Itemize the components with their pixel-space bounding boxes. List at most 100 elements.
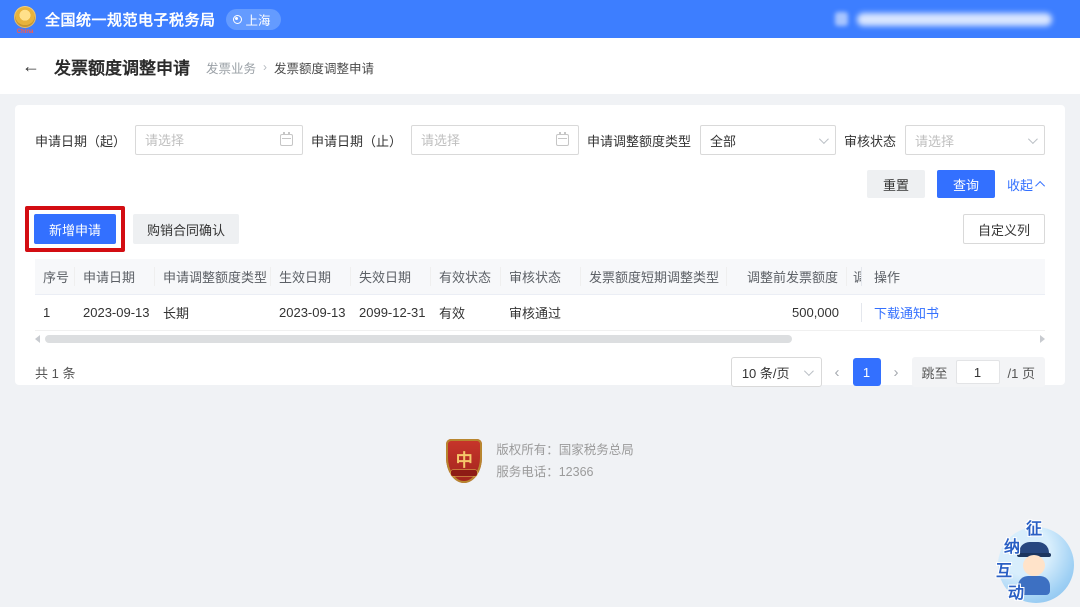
page-header: ← 发票额度调整申请 发票业务 › 发票额度调整申请	[0, 38, 1080, 94]
page-size-value: 10 条/页	[742, 363, 790, 382]
mascot-officer-face-icon	[1023, 555, 1045, 576]
select-value: 全部	[710, 131, 736, 150]
filter-bar: 申请日期（起） 申请日期（止） 申请调整额度类型	[35, 125, 1045, 155]
national-emblem-logo: China	[14, 6, 36, 35]
cell-effective-date: 2023-09-13	[271, 305, 351, 320]
add-application-button[interactable]: 新增申请	[34, 214, 116, 244]
chevron-down-icon	[819, 134, 829, 144]
purchase-contract-confirm-button[interactable]: 购销合同确认	[133, 214, 239, 244]
filter-label: 申请调整额度类型	[587, 131, 691, 150]
date-end-picker[interactable]	[411, 125, 579, 155]
filter-date-end: 申请日期（止）	[311, 125, 579, 155]
col-header-valid-status: 有效状态	[431, 267, 501, 286]
col-header-audit-status: 审核状态	[501, 267, 581, 286]
col-header-expire-date: 失效日期	[351, 267, 431, 286]
calendar-icon	[556, 134, 569, 146]
mascot-char: 纳	[1004, 533, 1020, 557]
footer-text: 版权所有：国家税务总局 服务电话：12366	[496, 439, 634, 483]
next-page-button[interactable]: ›	[891, 364, 902, 381]
jump-page-input[interactable]	[956, 360, 1000, 384]
breadcrumb: 发票业务 › 发票额度调整申请	[206, 58, 374, 77]
custom-columns-button[interactable]: 自定义列	[963, 214, 1045, 244]
service-phone-line: 服务电话：12366	[496, 461, 634, 483]
cell-audit-status: 审核通过	[501, 303, 581, 322]
location-selector[interactable]: 上海	[226, 9, 281, 30]
scrollbar-thumb[interactable]	[45, 335, 792, 343]
search-button[interactable]: 查询	[937, 170, 995, 198]
etax-app-window: China 全国统一规范电子税务局 上海 ← 发票额度调整申请 发票业务 › 发…	[0, 0, 1080, 529]
quota-type-select[interactable]: 全部	[700, 125, 836, 155]
filter-audit-status: 审核状态 请选择	[844, 125, 1045, 155]
breadcrumb-separator-icon: ›	[263, 60, 267, 74]
filter-actions: 重置 查询 收起	[35, 170, 1045, 198]
total-count-label: 共 1 条	[35, 363, 75, 382]
mascot-char: 互	[996, 557, 1012, 581]
cell-quota-type: 长期	[155, 303, 271, 322]
table-toolbar: 新增申请 购销合同确认 自定义列	[35, 207, 1045, 251]
back-arrow-icon[interactable]: ←	[22, 56, 40, 77]
col-header-short-term-type: 发票额度短期调整类型	[581, 267, 727, 286]
user-info-redacted[interactable]	[857, 13, 1052, 26]
col-header-actions: 操作	[861, 267, 1045, 286]
table-header-row: 序号 申请日期 申请调整额度类型 生效日期 失效日期 有效状态 审核状态 发票额…	[35, 259, 1045, 295]
date-start-input[interactable]	[145, 133, 260, 148]
col-header-apply-date: 申请日期	[75, 267, 155, 286]
cell-valid-status: 有效	[431, 303, 501, 322]
chevron-down-icon	[1028, 134, 1038, 144]
jump-label: 跳至	[922, 363, 948, 382]
breadcrumb-item-parent[interactable]: 发票业务	[206, 58, 256, 77]
select-placeholder: 请选择	[915, 131, 954, 150]
location-label: 上海	[246, 10, 271, 29]
scroll-right-icon[interactable]	[1040, 335, 1045, 343]
page-title: 发票额度调整申请	[54, 54, 190, 79]
copyright-line: 版权所有：国家税务总局	[496, 439, 634, 461]
page-size-select[interactable]: 10 条/页	[731, 357, 822, 387]
date-start-picker[interactable]	[135, 125, 303, 155]
table-row: 1 2023-09-13 长期 2023-09-13 2099-12-31 有效…	[35, 295, 1045, 331]
collapse-label: 收起	[1007, 175, 1033, 194]
main-content: 申请日期（起） 申请日期（止） 申请调整额度类型	[0, 94, 1080, 529]
pagination-controls: 10 条/页 ‹ 1 › 跳至 /1 页	[731, 357, 1045, 387]
cell-pre-quota: 500,000	[727, 305, 847, 320]
cell-apply-date: 2023-09-13	[75, 305, 155, 320]
national-emblem-icon	[14, 6, 36, 28]
date-end-input[interactable]	[421, 133, 536, 148]
col-header-effective-date: 生效日期	[271, 267, 351, 286]
scroll-left-icon[interactable]	[35, 335, 40, 343]
col-header-pre-quota: 调整前发票额度	[727, 267, 847, 286]
download-notice-link[interactable]: 下载通知书	[874, 306, 939, 321]
chevron-up-icon	[1035, 180, 1045, 190]
logo-caption: China	[17, 29, 34, 35]
collapse-toggle[interactable]: 收起	[1007, 175, 1045, 194]
user-avatar-redacted	[835, 12, 848, 26]
filter-label: 审核状态	[844, 131, 896, 150]
cell-expire-date: 2099-12-31	[351, 305, 431, 320]
location-pin-icon	[233, 15, 242, 24]
table-horizontal-scrollbar	[35, 333, 1045, 345]
filter-quota-type: 申请调整额度类型 全部	[587, 125, 836, 155]
col-header-post-quota-clipped: 调整后发票额度	[847, 267, 861, 286]
pagination-bar: 共 1 条 10 条/页 ‹ 1 › 跳至 /1 页	[35, 357, 1045, 387]
breadcrumb-item-current: 发票额度调整申请	[274, 58, 374, 77]
app-title: 全国统一规范电子税务局	[45, 9, 216, 30]
audit-status-select[interactable]: 请选择	[905, 125, 1045, 155]
filter-date-start: 申请日期（起）	[35, 125, 303, 155]
filter-label: 申请日期（止）	[311, 131, 402, 150]
page-number-active[interactable]: 1	[853, 358, 881, 386]
col-header-seq: 序号	[35, 267, 75, 286]
chevron-down-icon	[803, 366, 813, 376]
content-card: 申请日期（起） 申请日期（止） 申请调整额度类型	[15, 105, 1065, 385]
cell-seq: 1	[35, 305, 75, 320]
app-header: China 全国统一规范电子税务局 上海	[0, 0, 1080, 38]
page-footer: 中 版权所有：国家税务总局 服务电话：12366	[0, 439, 1080, 483]
total-pages-label: /1 页	[1008, 363, 1035, 382]
calendar-icon	[280, 134, 293, 146]
annotation-highlight-box: 新增申请	[25, 206, 125, 252]
tax-emblem-icon: 中	[446, 439, 482, 483]
mascot-char: 征	[1026, 515, 1042, 539]
mascot-char: 动	[1008, 579, 1024, 603]
col-header-quota-type: 申请调整额度类型	[155, 267, 271, 286]
reset-button[interactable]: 重置	[867, 170, 925, 198]
prev-page-button[interactable]: ‹	[832, 364, 843, 381]
applications-table: 序号 申请日期 申请调整额度类型 生效日期 失效日期 有效状态 审核状态 发票额…	[35, 259, 1045, 331]
